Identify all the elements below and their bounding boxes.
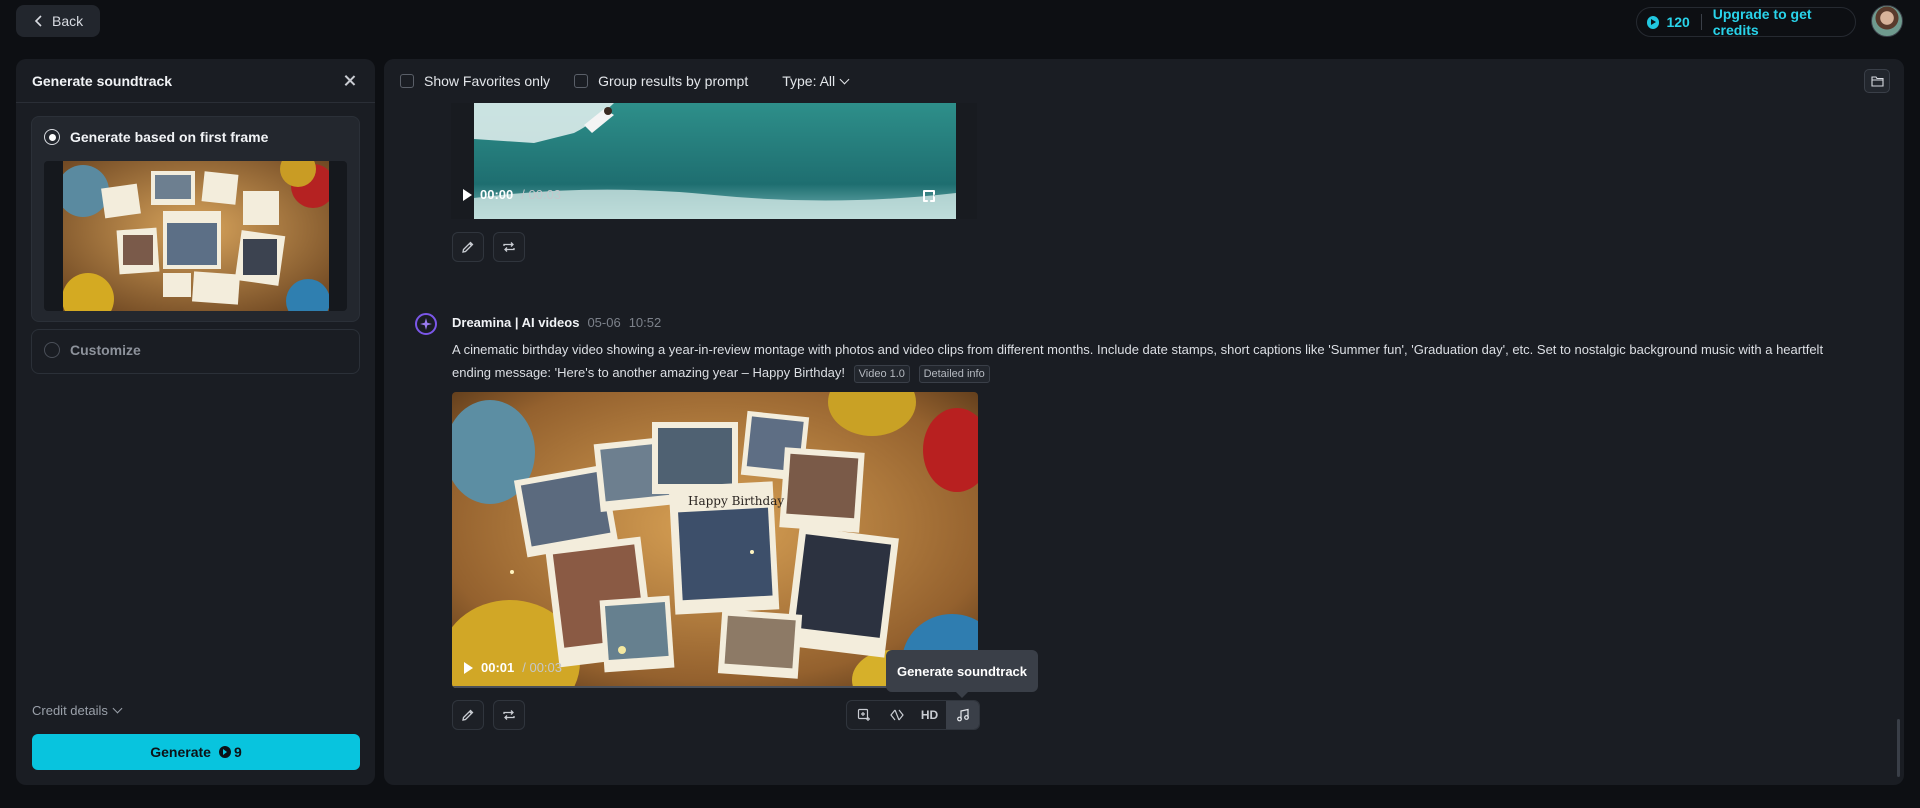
video-player-2[interactable]: Happy Birthday 00:01 / 00:03	[452, 392, 978, 688]
hd-button[interactable]: HD	[913, 701, 946, 729]
video-1-current-time: 00:00	[480, 187, 514, 202]
regenerate-button-2[interactable]	[493, 700, 525, 730]
panel-header: Generate soundtrack	[16, 59, 375, 103]
type-label: Type: All	[782, 73, 836, 89]
repeat-icon	[503, 710, 515, 720]
edit-button-1[interactable]	[452, 232, 484, 262]
detailed-info-tag[interactable]: Detailed info	[918, 365, 990, 383]
extend-button[interactable]	[847, 701, 880, 729]
scrollbar-thumb[interactable]	[1897, 719, 1900, 777]
soundtrack-tooltip: Generate soundtrack	[886, 650, 1038, 698]
video-2-duration: / 00:03	[522, 660, 563, 675]
type-dropdown[interactable]: Type: All	[782, 73, 850, 89]
dreamina-bot-avatar	[415, 313, 437, 335]
upgrade-link[interactable]: Upgrade to get credits	[1713, 6, 1855, 38]
lip-sync-button[interactable]	[880, 701, 913, 729]
chevron-down-icon	[112, 703, 123, 714]
music-note-icon	[956, 708, 969, 722]
option-customize-label: Customize	[70, 342, 141, 358]
generate-soundtrack-button[interactable]	[946, 701, 979, 729]
back-label: Back	[52, 13, 84, 29]
credits-pill[interactable]: 120 Upgrade to get credits	[1636, 6, 1856, 38]
video-1-controls: 00:00 / 00:03	[463, 187, 561, 202]
option-first-frame-label: Generate based on first frame	[70, 129, 269, 145]
group-checkbox[interactable]	[574, 74, 589, 88]
chevron-left-icon	[34, 15, 42, 27]
sparkle-icon	[420, 318, 432, 330]
first-frame-image	[62, 161, 329, 311]
divider	[1700, 14, 1702, 30]
chevron-down-icon	[839, 74, 850, 84]
credit-details-label: Credit details	[32, 703, 108, 718]
regenerate-button-1[interactable]	[493, 232, 525, 262]
credit-coin-icon	[218, 746, 231, 758]
folder-button[interactable]	[1864, 69, 1890, 93]
option-first-frame[interactable]: Generate based on first frame	[31, 116, 360, 322]
video-1-duration: / 00:03	[521, 187, 562, 202]
prompt-text: A cinematic birthday video showing a yea…	[452, 342, 1824, 380]
interpolate-icon	[889, 709, 904, 721]
credit-count: 120	[1666, 14, 1690, 30]
fullscreen-icon[interactable]	[923, 190, 935, 202]
repeat-icon	[503, 242, 515, 252]
credit-coin-icon	[1647, 15, 1660, 29]
generate-cost-value: 9	[233, 744, 242, 760]
play-icon[interactable]	[464, 661, 473, 674]
video-player-1[interactable]: 00:00 / 00:03	[451, 103, 977, 219]
back-button[interactable]: Back	[16, 5, 100, 37]
generate-cost: 9	[218, 744, 242, 760]
panel-title: Generate soundtrack	[32, 72, 173, 89]
credit-details-toggle[interactable]: Credit details	[32, 703, 123, 718]
play-icon[interactable]	[463, 188, 472, 201]
video-2-frame: Happy Birthday	[452, 392, 978, 688]
favorites-filter[interactable]: Show Favorites only	[400, 73, 550, 89]
group-label: Group results by prompt	[598, 73, 749, 89]
soundtrack-panel: Generate soundtrack Generate based on fi…	[16, 59, 375, 785]
model-tag[interactable]: Video 1.0	[853, 365, 910, 383]
pencil-icon	[462, 709, 474, 721]
entry-meta: Dreamina | AI videos 05-06 10:52	[452, 315, 661, 330]
generate-label: Generate	[150, 744, 211, 760]
results-toolbar: Show Favorites only Group results by pro…	[384, 59, 1904, 103]
results-panel: 00:00 / 00:03 Dreamina | AI videos 05-06…	[384, 59, 1904, 785]
radio-customize[interactable]	[44, 342, 60, 358]
video-2-controls: 00:01 / 00:03	[464, 660, 562, 675]
add-frame-icon	[857, 708, 870, 721]
first-frame-preview	[44, 161, 347, 311]
edit-button-2[interactable]	[452, 700, 484, 730]
radio-first-frame[interactable]	[44, 129, 60, 145]
entry-date: 05-06	[587, 315, 621, 330]
close-icon[interactable]	[341, 72, 359, 90]
folder-icon	[1870, 76, 1884, 87]
video-actions: HD	[846, 700, 980, 730]
generate-button[interactable]: Generate 9	[32, 734, 360, 770]
group-by-prompt-filter[interactable]: Group results by prompt	[574, 73, 748, 89]
entry-time: 10:52	[628, 315, 662, 330]
favorites-label: Show Favorites only	[424, 73, 551, 89]
favorites-checkbox[interactable]	[400, 74, 414, 88]
option-customize[interactable]: Customize	[31, 329, 360, 374]
entry-author: Dreamina | AI videos	[452, 315, 580, 330]
pencil-icon	[462, 241, 474, 253]
photo-caption: Happy Birthday	[688, 494, 784, 508]
video-2-current-time: 00:01	[481, 660, 515, 675]
entry-prompt: A cinematic birthday video showing a yea…	[452, 338, 1852, 384]
user-avatar[interactable]	[1871, 5, 1903, 37]
